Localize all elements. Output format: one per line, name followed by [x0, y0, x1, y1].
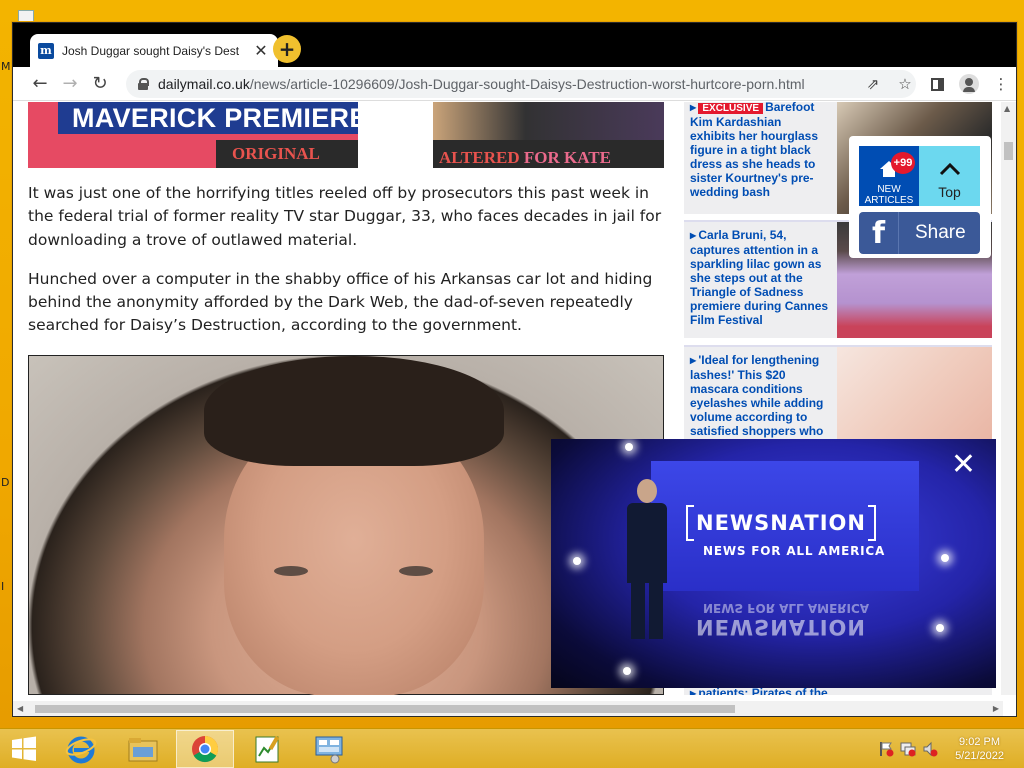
- article-paragraph: It was just one of the horrifying titles…: [28, 184, 662, 249]
- share-page-icon[interactable]: ⇗: [860, 70, 886, 98]
- reload-icon[interactable]: ↻: [85, 69, 115, 99]
- volume-muted-icon[interactable]: [919, 738, 941, 760]
- network-app-icon[interactable]: [300, 730, 358, 768]
- newsnation-logo: NEWSNATION: [686, 505, 876, 541]
- scroll-up-arrow-icon[interactable]: ▲: [1004, 104, 1010, 113]
- dailymail-favicon-icon: m: [38, 42, 54, 59]
- floating-share-panel: +99 NEW ARTICLES Top f Share: [849, 136, 991, 258]
- article-body: It was just one of the horrifying titles…: [28, 182, 668, 354]
- action-center-flag-icon[interactable]: [875, 738, 897, 760]
- internet-explorer-icon[interactable]: [52, 730, 110, 768]
- address-bar[interactable]: dailymail.co.uk/news/article-10296609/Jo…: [126, 70, 1009, 98]
- desktop-letter-i: I: [1, 580, 5, 593]
- scroll-left-arrow-icon[interactable]: ◀: [17, 704, 23, 713]
- desktop-letter-m: M: [1, 60, 11, 73]
- forward-arrow-icon[interactable]: →: [55, 69, 85, 99]
- new-articles-label: NEW ARTICLES: [864, 184, 914, 206]
- vertical-scrollbar[interactable]: ▲: [1001, 102, 1016, 695]
- tab-close-icon[interactable]: ✕: [252, 41, 270, 61]
- hero-banner: MAVERICK PREMIERE: [58, 102, 370, 134]
- tagline-reflection: NEWS FOR ALL AMERICA: [703, 601, 870, 615]
- video-presenter: [619, 479, 675, 639]
- browser-toolbar: ← → ↻ dailymail.co.uk/news/article-10296…: [13, 67, 1016, 101]
- chrome-icon[interactable]: [176, 729, 234, 768]
- tab-title: Josh Duggar sought Daisy's Dest: [62, 43, 240, 58]
- stage-light: [573, 557, 581, 565]
- horizontal-scrollbar[interactable]: ◀ ▶: [13, 701, 1003, 716]
- hero-image-original[interactable]: MAVERICK PREMIERE ORIGINAL: [28, 102, 371, 168]
- puff-text: 'Ideal for lengthening lashes!' This $20…: [690, 353, 830, 438]
- newsnation-tagline: NEWS FOR ALL AMERICA: [703, 544, 886, 558]
- sidebar-puff[interactable]: 'Ideal for lengthening lashes!' This $20…: [684, 345, 992, 445]
- page-content: MAVERICK PREMIERE ORIGINAL ALTERED FOR K…: [13, 102, 1003, 695]
- system-tray: 9:02 PM 5/21/2022: [875, 729, 1024, 768]
- puff-image: [837, 347, 992, 445]
- top-label: Top: [938, 184, 961, 200]
- vertical-scroll-thumb[interactable]: [1004, 142, 1013, 160]
- url-host: dailymail.co.uk: [158, 76, 250, 92]
- taskbar-clock[interactable]: 9:02 PM 5/21/2022: [955, 735, 1004, 763]
- back-arrow-icon[interactable]: ←: [25, 69, 55, 99]
- tab-strip: m Josh Duggar sought Daisy's Dest ✕ +: [13, 23, 1016, 67]
- start-windows-icon[interactable]: [0, 730, 48, 768]
- network-status-icon[interactable]: [897, 738, 919, 760]
- desktop-letter-d: D: [1, 476, 10, 489]
- windows-taskbar: 9:02 PM 5/21/2022: [0, 728, 1024, 768]
- new-articles-count-badge: +99: [891, 152, 915, 174]
- hero-tag-altered: ALTERED FOR KATE: [433, 140, 664, 168]
- exclusive-badge: EXCLUSIVE: [698, 103, 764, 114]
- facebook-share-button[interactable]: f Share: [859, 212, 980, 254]
- photo-hair: [204, 356, 504, 466]
- side-panel-icon[interactable]: [924, 70, 950, 98]
- lock-icon[interactable]: [138, 78, 149, 90]
- clock-time: 9:02 PM: [959, 736, 1001, 748]
- notepad-chart-icon[interactable]: [238, 730, 296, 768]
- puff-text: Carla Bruni, 54, captures attention in a…: [690, 228, 830, 327]
- chevron-up-icon: [939, 162, 961, 176]
- menu-kebab-icon[interactable]: ⋮: [988, 70, 1014, 98]
- file-explorer-icon[interactable]: [114, 730, 172, 768]
- video-close-icon[interactable]: ✕: [951, 447, 976, 482]
- facebook-icon: f: [859, 212, 899, 254]
- back-to-top-button[interactable]: Top: [919, 146, 980, 206]
- bookmark-star-icon[interactable]: ☆: [892, 70, 918, 98]
- photo-eye-right: [399, 566, 433, 576]
- stage-light: [623, 667, 631, 675]
- url-path: /news/article-10296609/Josh-Duggar-sough…: [249, 76, 805, 92]
- photo-eye-left: [274, 566, 308, 576]
- stage-light: [936, 624, 944, 632]
- puff-text: EXCLUSIVEBarefoot Kim Kardashian exhibit…: [690, 102, 830, 199]
- desktop-icon[interactable]: [18, 10, 34, 22]
- horizontal-scroll-thumb[interactable]: [35, 705, 735, 713]
- hero-tag-original: ORIGINAL: [216, 140, 371, 168]
- hero-image-altered[interactable]: ALTERED FOR KATE: [433, 102, 664, 168]
- scroll-right-arrow-icon[interactable]: ▶: [993, 704, 999, 713]
- share-label: Share: [915, 222, 966, 243]
- logo-reflection: NEWSNATION: [696, 615, 866, 639]
- browser-tab[interactable]: m Josh Duggar sought Daisy's Dest ✕: [30, 34, 278, 67]
- browser-window: m Josh Duggar sought Daisy's Dest ✕ + ← …: [12, 22, 1017, 717]
- clock-date: 5/21/2022: [955, 750, 1004, 762]
- floating-video-player[interactable]: NEWSNATION NEWS FOR ALL AMERICA NEWS FOR…: [551, 439, 996, 688]
- new-articles-button[interactable]: +99 NEW ARTICLES: [859, 146, 919, 206]
- profile-avatar-icon[interactable]: [956, 70, 982, 98]
- stage-light: [625, 443, 633, 451]
- new-tab-plus-icon[interactable]: +: [273, 35, 301, 63]
- article-paragraph: Hunched over a computer in the shabby of…: [28, 269, 653, 335]
- stage-light: [941, 554, 949, 562]
- hero-gap: [358, 102, 433, 168]
